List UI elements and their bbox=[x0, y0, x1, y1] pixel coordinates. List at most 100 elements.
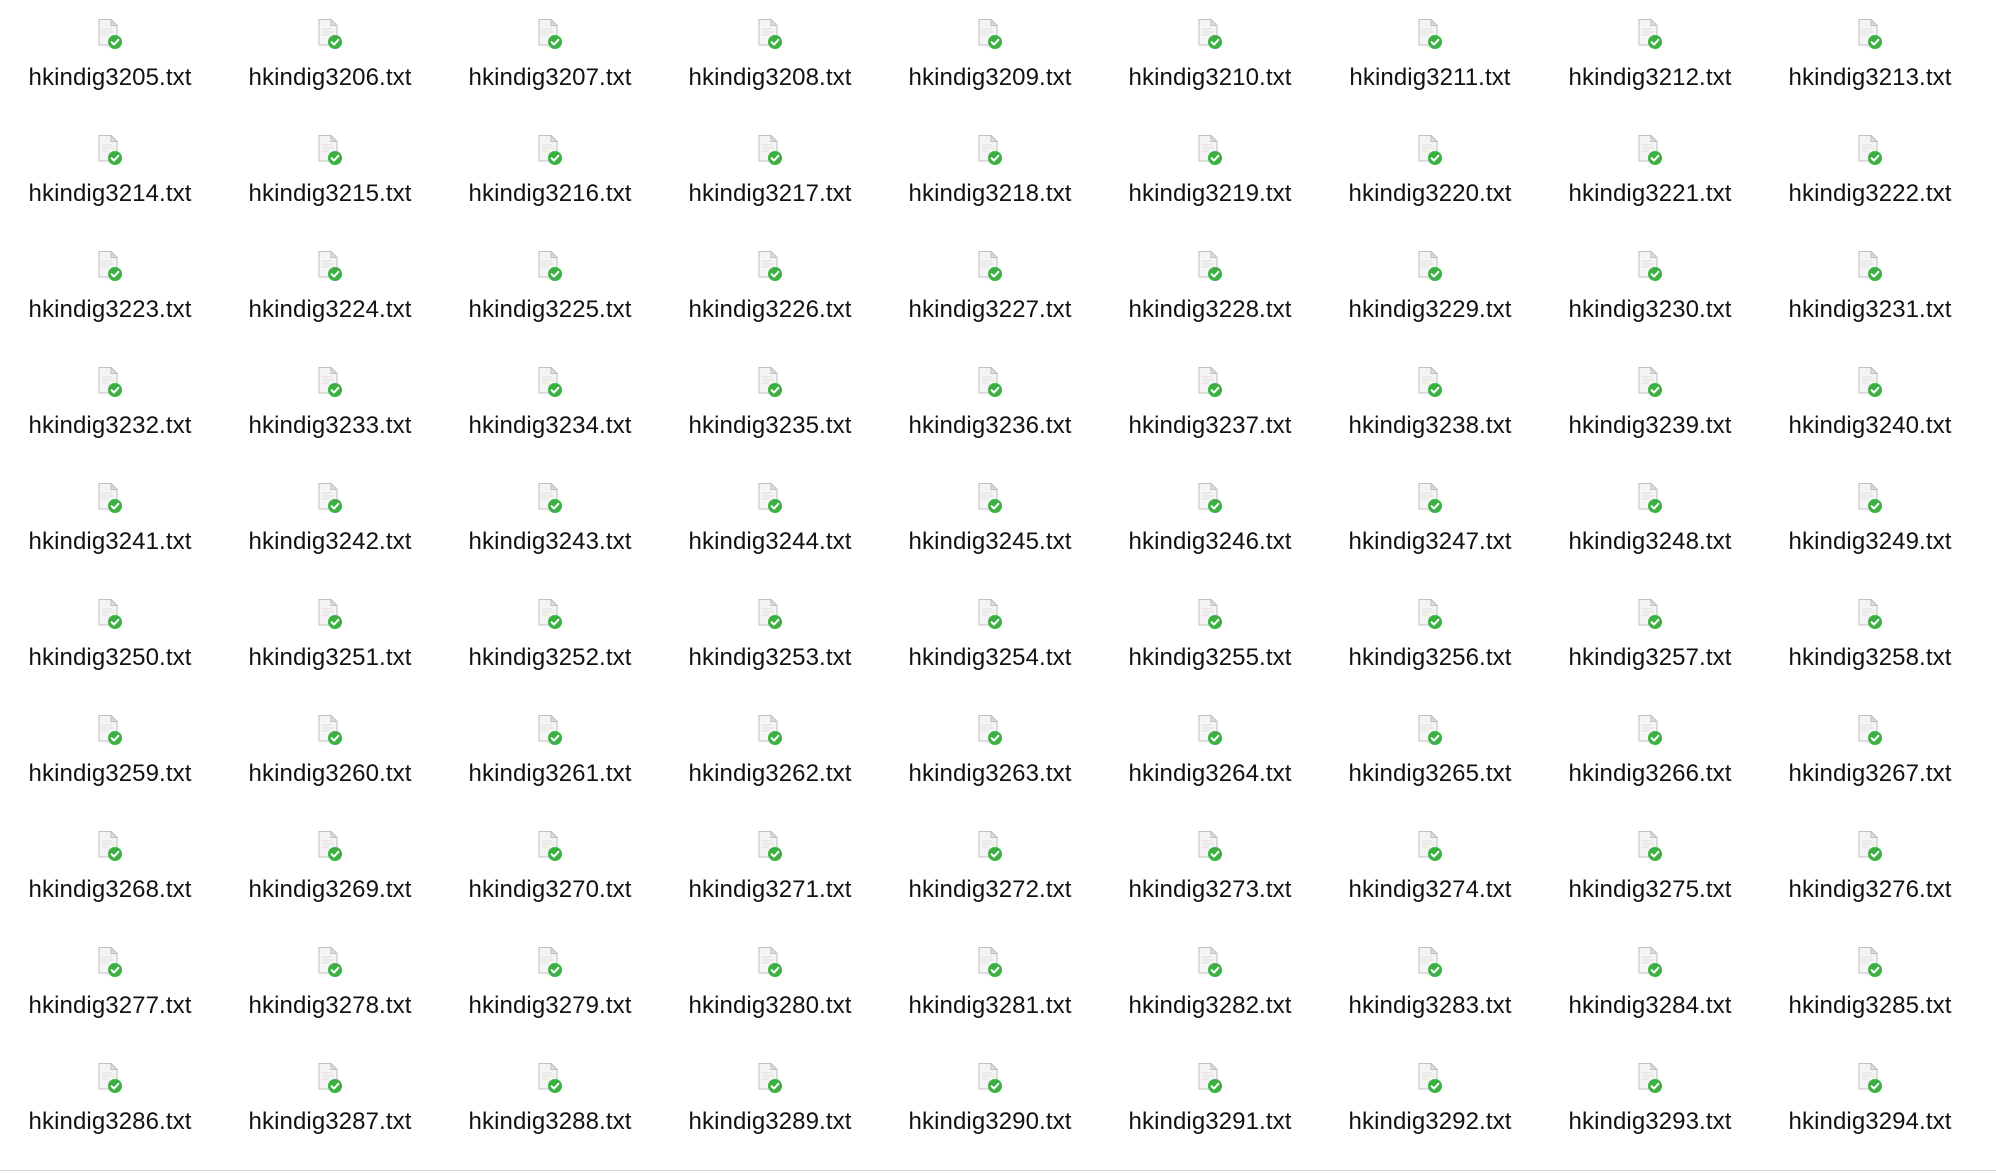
file-item[interactable]: hkindig3241.txt bbox=[0, 464, 220, 580]
file-item[interactable]: hkindig3291.txt bbox=[1100, 1044, 1320, 1160]
file-item[interactable]: hkindig3267.txt bbox=[1760, 696, 1980, 812]
file-item[interactable]: hkindig3293.txt bbox=[1540, 1044, 1760, 1160]
file-item[interactable]: hkindig3220.txt bbox=[1320, 116, 1540, 232]
file-item[interactable]: hkindig3209.txt bbox=[880, 0, 1100, 116]
file-item[interactable]: hkindig3227.txt bbox=[880, 232, 1100, 348]
file-item[interactable]: hkindig3260.txt bbox=[220, 696, 440, 812]
file-item[interactable]: hkindig3262.txt bbox=[660, 696, 880, 812]
file-item[interactable]: hkindig3282.txt bbox=[1100, 928, 1320, 1044]
file-item[interactable]: hkindig3235.txt bbox=[660, 348, 880, 464]
file-item[interactable]: hkindig3251.txt bbox=[220, 580, 440, 696]
file-item[interactable]: hkindig3269.txt bbox=[220, 812, 440, 928]
file-item[interactable]: hkindig3273.txt bbox=[1100, 812, 1320, 928]
file-item[interactable]: hkindig3248.txt bbox=[1540, 464, 1760, 580]
file-item[interactable]: hkindig3240.txt bbox=[1760, 348, 1980, 464]
file-item[interactable]: hkindig3261.txt bbox=[440, 696, 660, 812]
file-item[interactable]: hkindig3232.txt bbox=[0, 348, 220, 464]
text-file-synced-icon bbox=[756, 366, 784, 400]
file-item[interactable]: hkindig3239.txt bbox=[1540, 348, 1760, 464]
file-name-label: hkindig3222.txt bbox=[1788, 180, 1952, 207]
file-item[interactable]: hkindig3224.txt bbox=[220, 232, 440, 348]
file-item[interactable]: hkindig3216.txt bbox=[440, 116, 660, 232]
file-item[interactable]: hkindig3222.txt bbox=[1760, 116, 1980, 232]
file-item[interactable]: hkindig3287.txt bbox=[220, 1044, 440, 1160]
file-item[interactable]: hkindig3265.txt bbox=[1320, 696, 1540, 812]
file-item[interactable]: hkindig3259.txt bbox=[0, 696, 220, 812]
file-item[interactable]: hkindig3255.txt bbox=[1100, 580, 1320, 696]
file-item[interactable]: hkindig3206.txt bbox=[220, 0, 440, 116]
file-item[interactable]: hkindig3229.txt bbox=[1320, 232, 1540, 348]
file-item[interactable]: hkindig3231.txt bbox=[1760, 232, 1980, 348]
file-item[interactable]: hkindig3279.txt bbox=[440, 928, 660, 1044]
file-item[interactable]: hkindig3247.txt bbox=[1320, 464, 1540, 580]
file-item[interactable]: hkindig3208.txt bbox=[660, 0, 880, 116]
file-name-label: hkindig3253.txt bbox=[688, 644, 852, 671]
file-item[interactable]: hkindig3223.txt bbox=[0, 232, 220, 348]
file-item[interactable]: hkindig3215.txt bbox=[220, 116, 440, 232]
file-item[interactable]: hkindig3270.txt bbox=[440, 812, 660, 928]
file-item[interactable]: hkindig3242.txt bbox=[220, 464, 440, 580]
file-item[interactable]: hkindig3219.txt bbox=[1100, 116, 1320, 232]
file-item[interactable]: hkindig3238.txt bbox=[1320, 348, 1540, 464]
file-item[interactable]: hkindig3277.txt bbox=[0, 928, 220, 1044]
text-file-synced-icon bbox=[1416, 946, 1444, 980]
file-item[interactable]: hkindig3286.txt bbox=[0, 1044, 220, 1160]
file-item[interactable]: hkindig3221.txt bbox=[1540, 116, 1760, 232]
file-item[interactable]: hkindig3243.txt bbox=[440, 464, 660, 580]
file-item[interactable]: hkindig3225.txt bbox=[440, 232, 660, 348]
file-item[interactable]: hkindig3226.txt bbox=[660, 232, 880, 348]
file-item[interactable]: hkindig3266.txt bbox=[1540, 696, 1760, 812]
file-item[interactable]: hkindig3285.txt bbox=[1760, 928, 1980, 1044]
file-item[interactable]: hkindig3217.txt bbox=[660, 116, 880, 232]
file-item[interactable]: hkindig3237.txt bbox=[1100, 348, 1320, 464]
file-item[interactable]: hkindig3212.txt bbox=[1540, 0, 1760, 116]
file-item[interactable]: hkindig3205.txt bbox=[0, 0, 220, 116]
file-item[interactable]: hkindig3213.txt bbox=[1760, 0, 1980, 116]
file-item[interactable]: hkindig3280.txt bbox=[660, 928, 880, 1044]
file-item[interactable]: hkindig3274.txt bbox=[1320, 812, 1540, 928]
file-item[interactable]: hkindig3228.txt bbox=[1100, 232, 1320, 348]
file-item[interactable]: hkindig3245.txt bbox=[880, 464, 1100, 580]
file-item[interactable]: hkindig3271.txt bbox=[660, 812, 880, 928]
file-item[interactable]: hkindig3254.txt bbox=[880, 580, 1100, 696]
file-item[interactable]: hkindig3234.txt bbox=[440, 348, 660, 464]
file-item[interactable]: hkindig3292.txt bbox=[1320, 1044, 1540, 1160]
file-item[interactable]: hkindig3210.txt bbox=[1100, 0, 1320, 116]
file-item[interactable]: hkindig3230.txt bbox=[1540, 232, 1760, 348]
file-item[interactable]: hkindig3257.txt bbox=[1540, 580, 1760, 696]
file-item[interactable]: hkindig3211.txt bbox=[1320, 0, 1540, 116]
file-item[interactable]: hkindig3244.txt bbox=[660, 464, 880, 580]
file-item[interactable]: hkindig3272.txt bbox=[880, 812, 1100, 928]
file-item[interactable]: hkindig3294.txt bbox=[1760, 1044, 1980, 1160]
file-item[interactable]: hkindig3250.txt bbox=[0, 580, 220, 696]
file-item[interactable]: hkindig3246.txt bbox=[1100, 464, 1320, 580]
file-item[interactable]: hkindig3207.txt bbox=[440, 0, 660, 116]
file-item[interactable]: hkindig3258.txt bbox=[1760, 580, 1980, 696]
text-file-synced-icon bbox=[1636, 250, 1664, 284]
text-file-synced-icon bbox=[536, 18, 564, 52]
text-file-synced-icon bbox=[1196, 598, 1224, 632]
file-name-label: hkindig3241.txt bbox=[28, 528, 192, 555]
file-item[interactable]: hkindig3214.txt bbox=[0, 116, 220, 232]
file-item[interactable]: hkindig3236.txt bbox=[880, 348, 1100, 464]
file-item[interactable]: hkindig3252.txt bbox=[440, 580, 660, 696]
file-item[interactable]: hkindig3256.txt bbox=[1320, 580, 1540, 696]
file-item[interactable]: hkindig3278.txt bbox=[220, 928, 440, 1044]
file-item[interactable]: hkindig3284.txt bbox=[1540, 928, 1760, 1044]
file-name-label: hkindig3277.txt bbox=[28, 992, 192, 1019]
file-item[interactable]: hkindig3281.txt bbox=[880, 928, 1100, 1044]
file-item[interactable]: hkindig3233.txt bbox=[220, 348, 440, 464]
file-item[interactable]: hkindig3249.txt bbox=[1760, 464, 1980, 580]
file-item[interactable]: hkindig3283.txt bbox=[1320, 928, 1540, 1044]
file-item[interactable]: hkindig3263.txt bbox=[880, 696, 1100, 812]
file-item[interactable]: hkindig3218.txt bbox=[880, 116, 1100, 232]
file-item[interactable]: hkindig3288.txt bbox=[440, 1044, 660, 1160]
file-item[interactable]: hkindig3275.txt bbox=[1540, 812, 1760, 928]
file-item[interactable]: hkindig3290.txt bbox=[880, 1044, 1100, 1160]
file-item[interactable]: hkindig3289.txt bbox=[660, 1044, 880, 1160]
file-name-label: hkindig3292.txt bbox=[1348, 1108, 1512, 1135]
file-item[interactable]: hkindig3276.txt bbox=[1760, 812, 1980, 928]
file-item[interactable]: hkindig3264.txt bbox=[1100, 696, 1320, 812]
file-item[interactable]: hkindig3268.txt bbox=[0, 812, 220, 928]
file-item[interactable]: hkindig3253.txt bbox=[660, 580, 880, 696]
